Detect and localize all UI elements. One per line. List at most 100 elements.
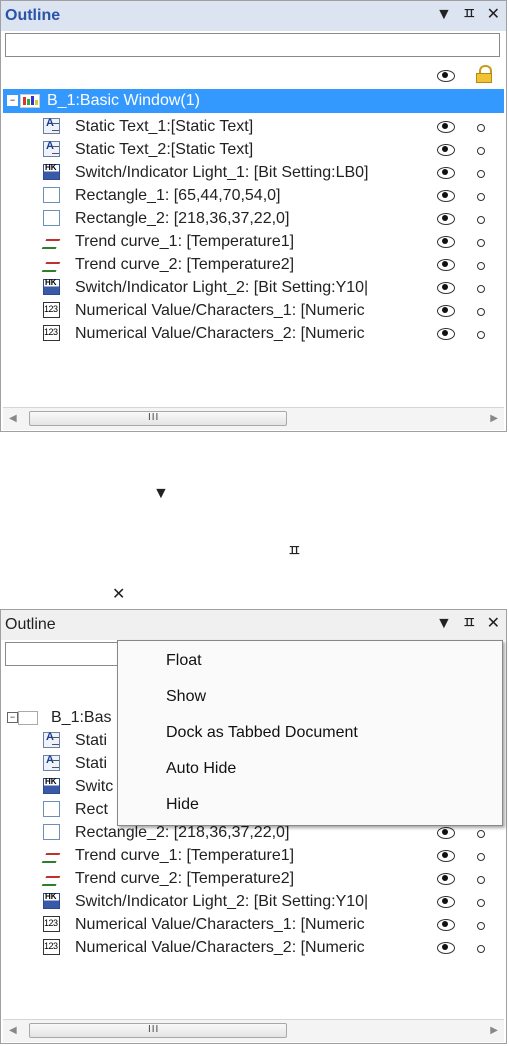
tree-item-label: Numerical Value/Characters_2: [Numeric	[75, 325, 365, 342]
close-icon[interactable]: ✕	[487, 615, 500, 633]
lock-toggle-dot[interactable]	[477, 899, 485, 907]
trend-curve-icon	[43, 256, 60, 272]
numeric-icon	[43, 325, 60, 341]
tree-item-label: Static Text_1:[Static Text]	[75, 118, 254, 135]
horizontal-scrollbar[interactable]: ◀ III ▶	[3, 1019, 504, 1042]
lock-toggle-dot[interactable]	[477, 170, 485, 178]
lock-toggle-dot[interactable]	[477, 853, 485, 861]
switch-indicator-icon	[43, 163, 60, 180]
eye-icon[interactable]	[437, 258, 455, 271]
eye-icon[interactable]	[437, 872, 455, 885]
numeric-icon	[43, 916, 60, 932]
eye-icon[interactable]	[437, 212, 455, 225]
tree-item[interactable]: Switch/Indicator Light_2: [Bit Setting:Y…	[1, 276, 506, 299]
horizontal-scrollbar[interactable]: ◀ III ▶	[3, 407, 504, 430]
eye-icon[interactable]	[437, 826, 455, 839]
eye-icon[interactable]	[437, 327, 455, 340]
collapse-icon[interactable]: −	[7, 95, 18, 106]
dropdown-arrow-icon[interactable]: ▼	[436, 6, 452, 24]
lock-toggle-dot[interactable]	[477, 239, 485, 247]
static-text-icon	[43, 754, 60, 771]
menu-item-show[interactable]: Show	[166, 688, 206, 706]
static-text-icon	[43, 731, 60, 748]
rectangle-icon	[43, 824, 60, 840]
close-icon[interactable]: ✕	[487, 6, 500, 24]
eye-icon[interactable]	[437, 69, 455, 82]
tree-item[interactable]: Static Text_2:[Static Text]	[1, 138, 506, 161]
switch-indicator-icon	[43, 892, 60, 909]
tree-item[interactable]: Numerical Value/Characters_2: [Numeric	[1, 322, 506, 345]
tree-item[interactable]: Numerical Value/Characters_1: [Numeric	[1, 913, 506, 936]
eye-icon[interactable]	[437, 189, 455, 202]
tree-item-label: Numerical Value/Characters_1: [Numeric	[75, 302, 365, 319]
tree-item-label: Numerical Value/Characters_1: [Numeric	[75, 916, 365, 933]
tree-item-label: Trend curve_1: [Temperature1]	[75, 847, 295, 864]
tree-item[interactable]: Trend curve_1: [Temperature1]	[1, 844, 506, 867]
lock-toggle-dot[interactable]	[477, 124, 485, 132]
context-menu: Float Show Dock as Tabbed Document Auto …	[117, 640, 503, 826]
eye-icon[interactable]	[437, 120, 455, 133]
tree-item[interactable]: Rectangle_1: [65,44,70,54,0]	[1, 184, 506, 207]
collapse-icon[interactable]: −	[7, 712, 18, 723]
eye-icon[interactable]	[437, 304, 455, 317]
tree-root-item[interactable]: − B_1:Basic Window(1)	[3, 89, 504, 113]
column-header-icons	[1, 65, 506, 87]
lock-toggle-dot[interactable]	[477, 285, 485, 293]
eye-icon[interactable]	[437, 941, 455, 954]
tree-item[interactable]: Trend curve_1: [Temperature1]	[1, 230, 506, 253]
panel-title: Outline	[5, 616, 56, 633]
menu-item-auto-hide[interactable]: Auto Hide	[166, 760, 236, 778]
titlebar-icons: ▼ ㅍ ✕	[436, 6, 500, 24]
lock-toggle-dot[interactable]	[477, 922, 485, 930]
numeric-icon	[43, 302, 60, 318]
scroll-left-icon[interactable]: ◀	[9, 1025, 17, 1036]
lock-toggle-dot[interactable]	[477, 331, 485, 339]
menu-item-hide[interactable]: Hide	[166, 796, 199, 814]
tree-item[interactable]: Static Text_1:[Static Text]	[1, 115, 506, 138]
tree-item-label: Trend curve_2: [Temperature2]	[75, 256, 295, 273]
lock-icon[interactable]	[476, 65, 492, 83]
scroll-right-icon[interactable]: ▶	[490, 413, 498, 424]
tree-item[interactable]: Trend curve_2: [Temperature2]	[1, 867, 506, 890]
eye-icon[interactable]	[437, 235, 455, 248]
tree-item-label: Rectangle_2: [218,36,37,22,0]	[75, 210, 290, 227]
window-icon	[18, 711, 38, 725]
menu-item-dock-tabbed[interactable]: Dock as Tabbed Document	[166, 724, 358, 742]
menu-item-float[interactable]: Float	[166, 652, 202, 670]
dropdown-arrow-icon[interactable]: ▼	[436, 615, 452, 633]
eye-icon[interactable]	[437, 895, 455, 908]
tree-item-label: Numerical Value/Characters_2: [Numeric	[75, 939, 365, 956]
tree-item[interactable]: Numerical Value/Characters_1: [Numeric	[1, 299, 506, 322]
lock-toggle-dot[interactable]	[477, 308, 485, 316]
lock-toggle-dot[interactable]	[477, 945, 485, 953]
tree-item[interactable]: Switch/Indicator Light_1: [Bit Setting:L…	[1, 161, 506, 184]
tree-item[interactable]: Trend curve_2: [Temperature2]	[1, 253, 506, 276]
eye-icon[interactable]	[437, 918, 455, 931]
eye-icon[interactable]	[437, 166, 455, 179]
tree-item[interactable]: Switch/Indicator Light_2: [Bit Setting:Y…	[1, 890, 506, 913]
pin-icon[interactable]: ㅍ	[462, 615, 477, 633]
pin-icon[interactable]: ㅍ	[462, 6, 477, 24]
scroll-left-icon[interactable]: ◀	[9, 413, 17, 424]
lock-toggle-dot[interactable]	[477, 262, 485, 270]
dropdown-arrow-icon: ▼	[153, 485, 169, 502]
eye-icon[interactable]	[437, 143, 455, 156]
lock-toggle-dot[interactable]	[477, 216, 485, 224]
scroll-thumb[interactable]: III	[29, 411, 287, 426]
tree-item[interactable]: Numerical Value/Characters_2: [Numeric	[1, 936, 506, 959]
search-input[interactable]	[5, 33, 500, 57]
tree-item-label: Trend curve_2: [Temperature2]	[75, 870, 295, 887]
scroll-thumb[interactable]: III	[29, 1023, 287, 1038]
scroll-right-icon[interactable]: ▶	[490, 1025, 498, 1036]
eye-icon[interactable]	[437, 281, 455, 294]
panel-titlebar: Outline ▼ ㅍ ✕	[1, 610, 506, 640]
tree-item-label: Switch/Indicator Light_1: [Bit Setting:L…	[75, 164, 369, 181]
tree-item[interactable]: Rectangle_2: [218,36,37,22,0]	[1, 207, 506, 230]
tree-item-label: Static Text_2:[Static Text]	[75, 141, 254, 158]
lock-toggle-dot[interactable]	[477, 193, 485, 201]
outline-panel-top: Outline ▼ ㅍ ✕ − B_1:Basic Window(1) Stat…	[0, 0, 507, 432]
lock-toggle-dot[interactable]	[477, 147, 485, 155]
lock-toggle-dot[interactable]	[477, 830, 485, 838]
eye-icon[interactable]	[437, 849, 455, 862]
lock-toggle-dot[interactable]	[477, 876, 485, 884]
